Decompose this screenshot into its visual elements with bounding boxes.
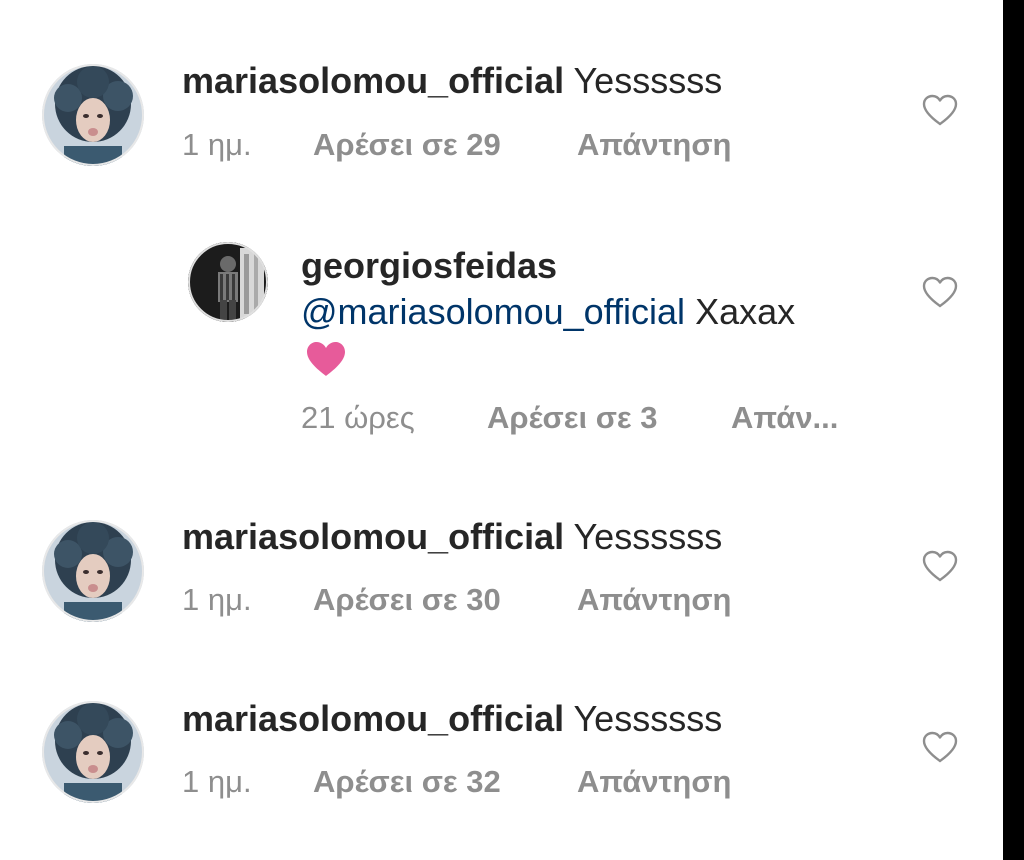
reply-comment-item: georgiosfeidas @mariasolomou_official Xa… — [0, 200, 1003, 480]
username-link[interactable]: mariasolomou_official — [182, 60, 564, 101]
comment-text: Yessssss — [573, 60, 723, 101]
comment-item: mariasolomou_official Yessssss 1 ημ. Αρέ… — [0, 660, 1003, 860]
timestamp: 1 ημ. — [182, 582, 252, 617]
comment-item: mariasolomou_official Yessssss 1 ημ. Αρέ… — [0, 480, 1003, 660]
likes-count-button[interactable]: Αρέσει σε 30 — [313, 582, 501, 618]
comment-text-line: @mariasolomou_official Xaxax — [301, 291, 795, 333]
comment-line: mariasolomou_official Yessssss — [182, 60, 722, 102]
comments-panel: mariasolomou_official Yessssss 1 ημ. Αρέ… — [0, 0, 1003, 860]
avatar[interactable] — [42, 701, 144, 803]
avatar[interactable] — [42, 64, 144, 166]
comment-meta: 1 ημ. Αρέσει σε 29 Απάντηση — [182, 127, 782, 163]
heart-emoji — [305, 340, 347, 383]
username-link[interactable]: mariasolomou_official — [182, 698, 564, 739]
comment-text: Yessssss — [573, 516, 723, 557]
timestamp: 1 ημ. — [182, 127, 252, 162]
reply-button[interactable]: Απάντηση — [577, 582, 731, 618]
username-link[interactable]: georgiosfeidas — [301, 245, 557, 286]
comment-text: Yessssss — [573, 698, 723, 739]
comment-meta: 1 ημ. Αρέσει σε 30 Απάντηση — [182, 582, 782, 618]
heart-outline-icon — [921, 93, 959, 127]
heart-outline-icon — [921, 275, 959, 309]
comment-line: mariasolomou_official Yessssss — [182, 698, 722, 740]
comment-meta: 21 ώρες Αρέσει σε 3 Απάν... — [301, 400, 861, 436]
timestamp: 21 ώρες — [301, 400, 415, 435]
likes-count-button[interactable]: Αρέσει σε 29 — [313, 127, 501, 163]
likes-count-button[interactable]: Αρέσει σε 3 — [487, 400, 657, 436]
comment-item: mariasolomou_official Yessssss 1 ημ. Αρέ… — [0, 0, 1003, 200]
reply-button[interactable]: Απάν... — [731, 400, 838, 436]
timestamp: 1 ημ. — [182, 764, 252, 799]
comment-text: Xaxax — [695, 291, 796, 332]
like-button[interactable] — [921, 730, 959, 764]
username-link[interactable]: mariasolomou_official — [182, 516, 564, 557]
reply-button[interactable]: Απάντηση — [577, 127, 731, 163]
heart-outline-icon — [921, 549, 959, 583]
like-button[interactable] — [921, 549, 959, 583]
avatar[interactable] — [42, 520, 144, 622]
likes-count-button[interactable]: Αρέσει σε 32 — [313, 764, 501, 800]
reply-button[interactable]: Απάντηση — [577, 764, 731, 800]
comment-meta: 1 ημ. Αρέσει σε 32 Απάντηση — [182, 764, 782, 800]
comment-line: mariasolomou_official Yessssss — [182, 516, 722, 558]
mention-link[interactable]: @mariasolomou_official — [301, 291, 685, 332]
comment-username-line: georgiosfeidas — [301, 245, 557, 287]
like-button[interactable] — [921, 275, 959, 309]
avatar[interactable] — [188, 242, 268, 322]
heart-outline-icon — [921, 730, 959, 764]
like-button[interactable] — [921, 93, 959, 127]
